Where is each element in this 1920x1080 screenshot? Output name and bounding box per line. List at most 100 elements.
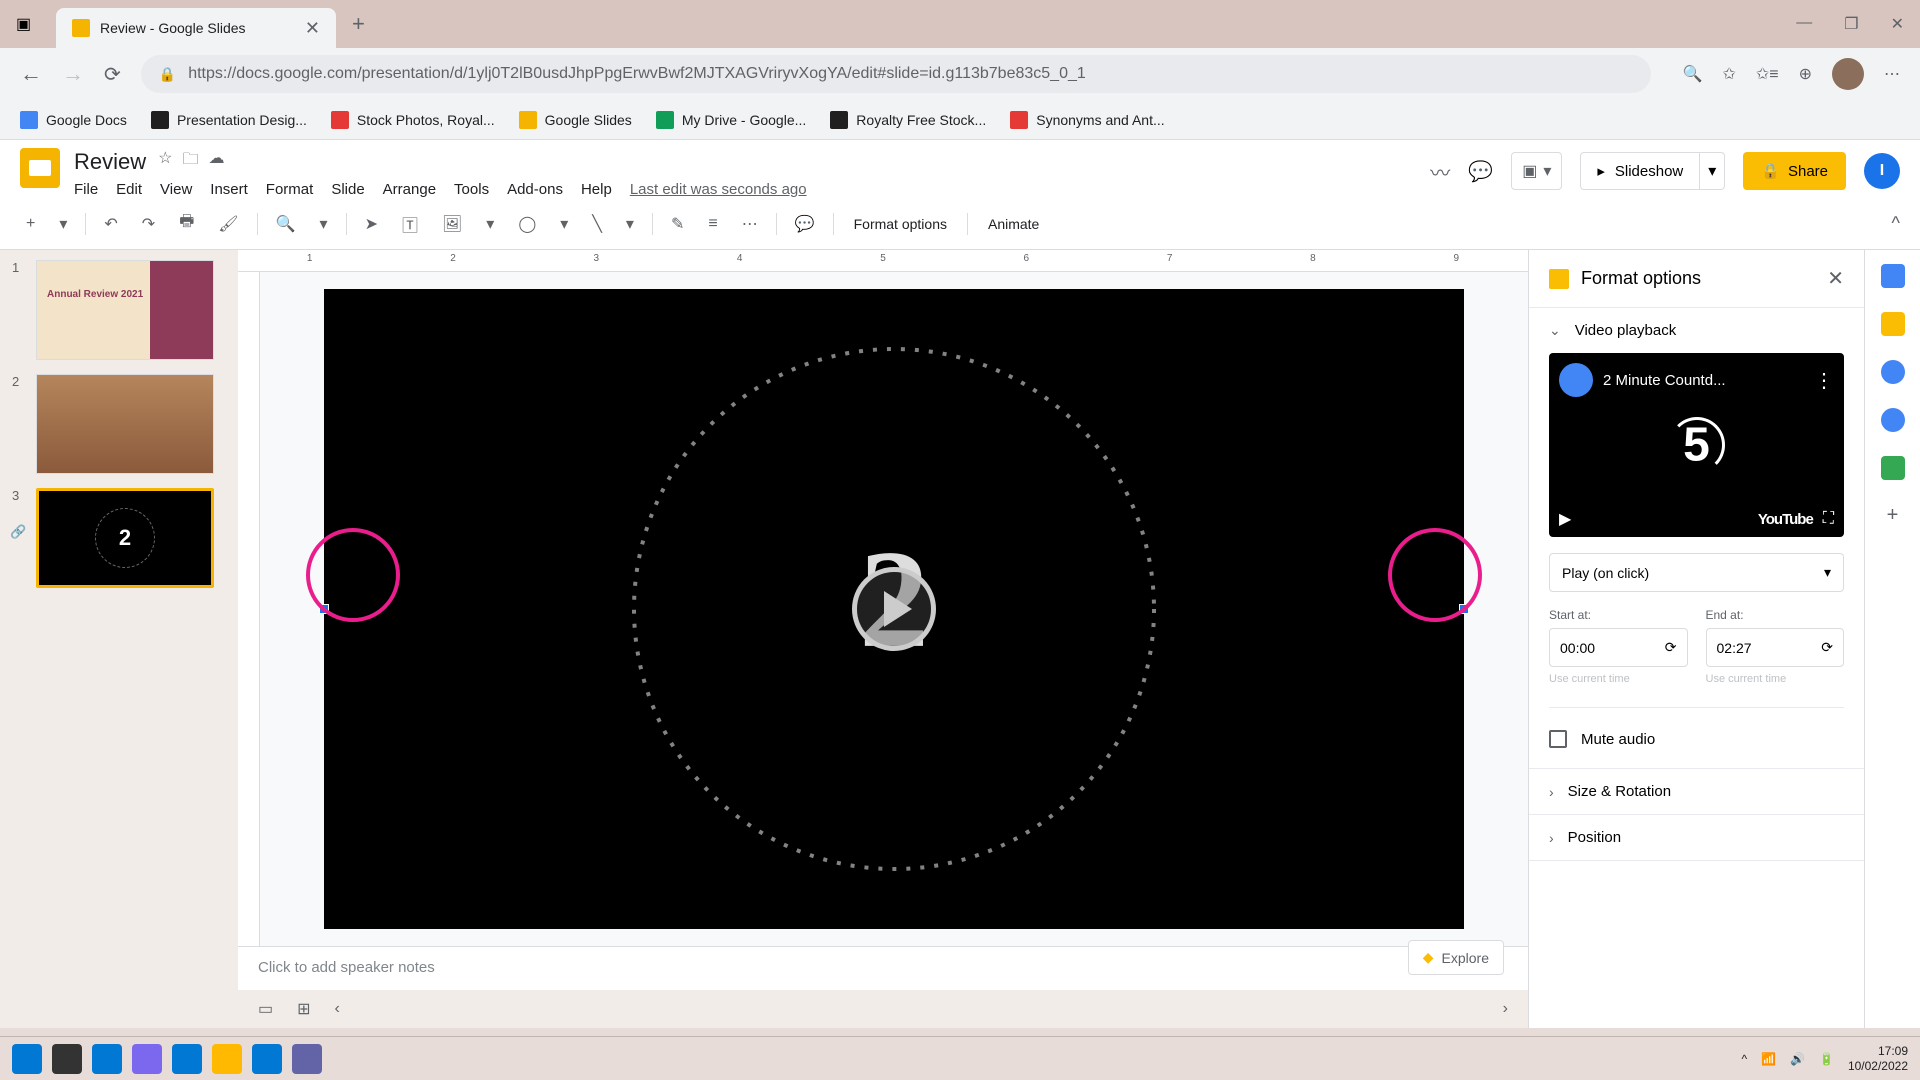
collections-icon[interactable]: ⊕ [1799,64,1812,84]
browser-menu-icon[interactable]: ⋯ [1884,64,1900,84]
undo-button[interactable]: ↶ [98,208,123,240]
line-tool[interactable]: ╲ [586,208,608,240]
activity-icon[interactable]: 〰 [1430,157,1450,186]
keep-icon[interactable] [1881,312,1905,336]
play-button[interactable] [852,567,936,651]
calendar-icon[interactable] [1881,264,1905,288]
slideshow-dropdown[interactable]: ▾ [1700,152,1725,190]
filmstrip-toggle[interactable]: ‹ [335,1000,340,1018]
bookmark-item[interactable]: Google Slides [519,111,632,129]
use-current-start[interactable]: Use current time [1549,673,1688,685]
select-tool[interactable]: ➤ [359,208,384,240]
explorer-icon[interactable] [212,1044,242,1074]
end-time-input[interactable]: 02:27 ⟳ [1706,628,1845,667]
use-current-end[interactable]: Use current time [1706,673,1845,685]
tasks-icon[interactable] [1881,360,1905,384]
bookmark-item[interactable]: Stock Photos, Royal... [331,111,495,129]
menu-insert[interactable]: Insert [210,181,248,198]
tab-manager-icon[interactable]: ▣ [16,14,36,34]
clock[interactable]: 17:09 10/02/2022 [1848,1044,1908,1073]
slide-canvas[interactable]: 2 [260,272,1528,946]
menu-tools[interactable]: Tools [454,181,489,198]
position-section-header[interactable]: › Position [1529,815,1864,860]
new-slide-button[interactable]: + [20,209,41,239]
window-close-button[interactable]: ✕ [1891,14,1904,34]
menu-help[interactable]: Help [581,181,612,198]
start-button[interactable] [12,1044,42,1074]
app-icon[interactable] [132,1044,162,1074]
present-meet-button[interactable]: ▣▾ [1511,152,1562,190]
bookmark-item[interactable]: Synonyms and Ant... [1010,111,1164,129]
notes-view-button[interactable]: ▭ [258,999,273,1019]
zoom-icon[interactable]: 🔍 [1683,64,1703,84]
slide-thumbnail-3[interactable]: 2 [36,488,214,588]
video-object[interactable]: 2 [324,289,1464,929]
menu-arrange[interactable]: Arrange [383,181,436,198]
edge-icon[interactable] [172,1044,202,1074]
bookmark-item[interactable]: Presentation Desig... [151,111,307,129]
profile-avatar[interactable] [1832,58,1864,90]
tray-expand-icon[interactable]: ^ [1741,1052,1747,1066]
preview-play-button[interactable]: ▶ [1559,509,1571,529]
maximize-button[interactable]: ❐ [1844,14,1858,34]
minimize-button[interactable]: — [1796,14,1812,34]
refresh-icon[interactable]: ⟳ [1821,639,1833,656]
line-dropdown[interactable]: ▾ [620,208,640,240]
border-color-button[interactable]: ✎ [665,208,690,240]
last-edit-link[interactable]: Last edit was seconds ago [630,181,807,198]
add-addon-button[interactable]: + [1887,504,1899,527]
play-mode-select[interactable]: Play (on click) ▾ [1549,553,1844,592]
start-time-input[interactable]: 00:00 ⟳ [1549,628,1688,667]
refresh-icon[interactable]: ⟳ [1665,639,1677,656]
reload-button[interactable]: ⟳ [104,62,121,87]
comment-history-icon[interactable]: 💬 [1468,159,1493,184]
fullscreen-icon[interactable]: ⛶ [1823,510,1834,528]
border-weight-button[interactable]: ≡ [702,209,723,239]
video-playback-section-header[interactable]: ⌄ Video playback [1529,308,1864,353]
account-avatar[interactable]: I [1864,153,1900,189]
format-options-button[interactable]: Format options [846,212,955,236]
shape-dropdown[interactable]: ▾ [554,208,574,240]
menu-view[interactable]: View [160,181,192,198]
favorites-icon[interactable]: ✩≡ [1756,64,1779,84]
image-dropdown[interactable]: ▾ [480,208,500,240]
menu-addons[interactable]: Add-ons [507,181,563,198]
slide-thumbnail-1[interactable]: Annual Review 2021 [36,260,214,360]
image-tool[interactable]: 🖼 [436,208,468,240]
slides-logo-icon[interactable] [20,148,60,188]
search-button[interactable] [52,1044,82,1074]
next-button[interactable]: › [1503,1000,1508,1018]
battery-icon[interactable]: 🔋 [1819,1052,1834,1066]
border-dash-button[interactable]: ⋯ [736,208,764,240]
size-rotation-section-header[interactable]: › Size & Rotation [1529,769,1864,814]
slide-thumbnail-2[interactable] [36,374,214,474]
bookmark-star-icon[interactable]: ✩ [1722,64,1735,84]
comment-button[interactable]: 💬 [789,208,821,240]
menu-edit[interactable]: Edit [116,181,142,198]
bookmark-item[interactable]: My Drive - Google... [656,111,806,129]
video-more-icon[interactable]: ⋮ [1814,368,1834,393]
zoom-button[interactable]: 🔍 [270,208,302,240]
star-icon[interactable]: ☆ [158,148,172,175]
grid-view-button[interactable]: ⊞ [297,999,310,1019]
mute-audio-checkbox[interactable] [1549,730,1567,748]
slideshow-button[interactable]: ▸Slideshow [1580,152,1700,190]
new-tab-button[interactable]: + [352,11,365,37]
close-panel-button[interactable]: ✕ [1827,266,1844,291]
forward-button[interactable]: → [62,61,84,87]
menu-file[interactable]: File [74,181,98,198]
move-icon[interactable]: 🗀 [182,148,198,175]
menu-slide[interactable]: Slide [331,181,364,198]
menu-format[interactable]: Format [266,181,314,198]
share-button[interactable]: 🔒Share [1743,152,1846,190]
address-bar[interactable]: 🔒 https://docs.google.com/presentation/d… [141,55,1651,93]
contacts-icon[interactable] [1881,408,1905,432]
video-preview[interactable]: 2 Minute Countd... ⋮ 5 ▶ YouTube ⛶ [1549,353,1844,537]
textbox-tool[interactable]: 🅃 [396,206,424,242]
wifi-icon[interactable]: 📶 [1761,1052,1776,1066]
tab-close-icon[interactable]: ✕ [305,18,320,39]
back-button[interactable]: ← [20,61,42,87]
new-slide-dropdown[interactable]: ▾ [53,208,73,240]
document-title[interactable]: Review [74,149,146,175]
speaker-notes[interactable]: Click to add speaker notes [238,946,1528,990]
